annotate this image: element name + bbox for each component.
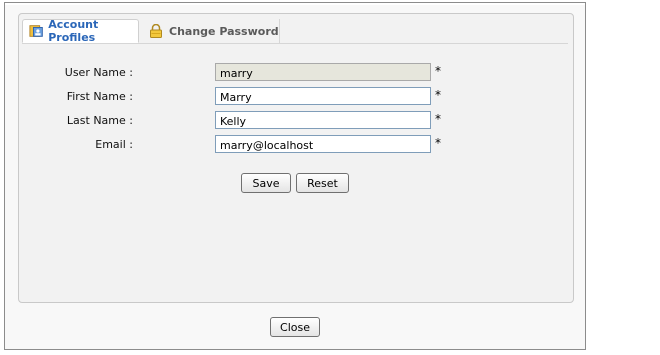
close-button[interactable]: Close <box>270 317 320 337</box>
save-button[interactable]: Save <box>241 173 291 193</box>
user-name-label: User Name : <box>64 66 133 79</box>
last-name-label: Last Name : <box>66 114 133 127</box>
required-marker: * <box>435 64 441 78</box>
tab-bar: Account Profiles Change Password <box>22 18 568 44</box>
tab-change-password-label: Change Password <box>169 24 279 38</box>
email-field[interactable] <box>215 135 431 153</box>
tab-account-profiles-label: Account Profiles <box>48 18 99 44</box>
profile-dialog: Account Profiles Change Password User Na… <box>4 2 586 350</box>
user-name-field[interactable] <box>215 63 431 81</box>
user-name-row: User Name : * <box>5 63 585 83</box>
account-card-icon <box>29 25 43 37</box>
reset-button[interactable]: Reset <box>296 173 349 193</box>
last-name-row: Last Name : * <box>5 111 585 131</box>
first-name-label: First Name : <box>66 90 133 103</box>
first-name-row: First Name : * <box>5 87 585 107</box>
email-row: Email : * <box>5 135 585 155</box>
tab-account-profiles[interactable]: Account Profiles <box>22 18 139 44</box>
profile-panel <box>18 13 574 303</box>
required-marker: * <box>435 136 441 150</box>
first-name-field[interactable] <box>215 87 431 105</box>
required-marker: * <box>435 112 441 126</box>
tab-change-password[interactable]: Change Password <box>142 19 280 43</box>
lock-icon <box>150 24 162 38</box>
email-label: Email : <box>95 138 133 151</box>
required-marker: * <box>435 88 441 102</box>
last-name-field[interactable] <box>215 111 431 129</box>
dialog-top-edge <box>5 3 585 5</box>
